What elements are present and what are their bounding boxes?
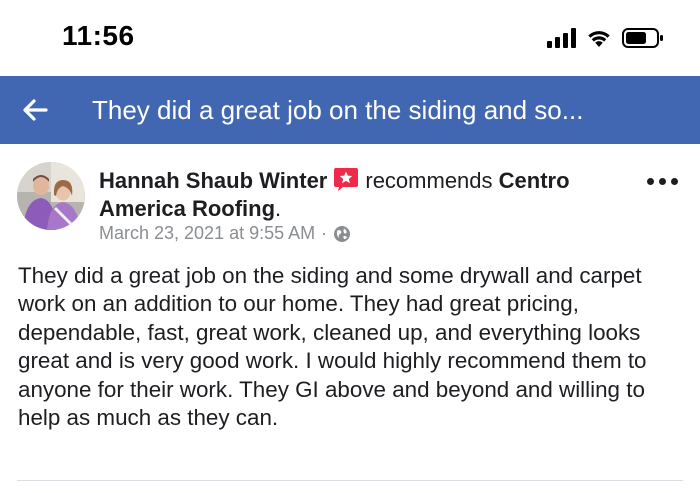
recommendation-post: Hannah Shaub Winter recommends Centro Am…: [0, 144, 700, 493]
wifi-icon: [588, 31, 610, 47]
post-meta: March 23, 2021 at 9:55 AM ·: [99, 223, 351, 244]
post-header: Hannah Shaub Winter recommends Centro Am…: [99, 166, 639, 223]
post-timestamp[interactable]: March 23, 2021 at 9:55 AM: [99, 223, 315, 244]
back-arrow-icon[interactable]: [18, 93, 52, 127]
cellular-signal-icon: [547, 28, 576, 48]
header-period: .: [275, 196, 282, 221]
avatar-photo: [17, 162, 85, 230]
nav-title: They did a great job on the siding and s…: [92, 95, 584, 125]
divider: [17, 480, 683, 481]
more-options-icon[interactable]: [647, 178, 678, 185]
avatar[interactable]: [17, 162, 85, 230]
battery-icon: [622, 28, 663, 48]
status-icons: [547, 24, 664, 52]
recommends-label: recommends: [365, 168, 493, 193]
meta-separator: ·: [321, 223, 328, 243]
nav-bar: They did a great job on the siding and s…: [0, 76, 700, 144]
post-body: They did a great job on the siding and s…: [18, 263, 647, 431]
author-name[interactable]: Hannah Shaub Winter: [99, 168, 327, 193]
status-bar: 11:56: [0, 0, 700, 76]
status-time: 11:56: [62, 20, 135, 51]
recommend-star-icon: [334, 168, 359, 191]
globe-icon: [334, 225, 351, 242]
